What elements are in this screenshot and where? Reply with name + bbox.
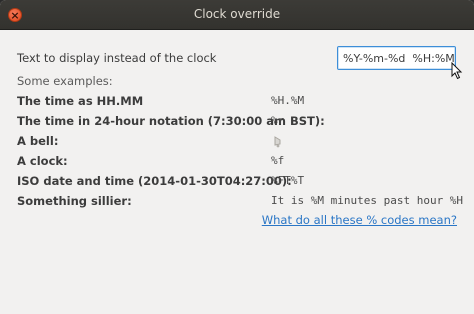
example-description: A bell: [17,134,59,148]
example-description: ISO date and time (2014-01-30T04:27:00): [17,174,292,188]
example-row: Something sillier: It is %M minutes past… [17,194,474,212]
example-description: The time as HH.MM [17,94,144,108]
example-row: A clock: %f [17,154,474,172]
text-cursor-icon [451,62,463,80]
example-code: %FT%T [271,174,305,187]
titlebar[interactable]: × Clock override [0,0,474,30]
example-row: A bell: [17,134,474,152]
dialog-content: Text to display instead of the clock Som… [0,31,474,314]
example-code: %H.%M [271,94,305,107]
format-prompt-label: Text to display instead of the clock [17,51,217,65]
example-code: It is %M minutes past hour %H [271,194,464,207]
example-row: ISO date and time (2014-01-30T04:27:00):… [17,174,474,192]
examples-heading: Some examples: [17,74,113,88]
example-code: %r [271,114,285,127]
example-description: Something sillier: [17,194,132,208]
format-codes-help-link[interactable]: What do all these % codes mean? [262,213,457,227]
example-row: The time as HH.MM %H.%M [17,94,474,112]
example-code: %f [271,154,285,167]
example-row: The time in 24-hour notation (7:30:00 am… [17,114,474,132]
window-title: Clock override [193,7,281,21]
clock-format-input[interactable] [337,46,456,70]
clock-override-dialog: × Clock override Text to display instead… [0,0,474,314]
example-description: A clock: [17,154,68,168]
bell-icon [274,136,281,148]
